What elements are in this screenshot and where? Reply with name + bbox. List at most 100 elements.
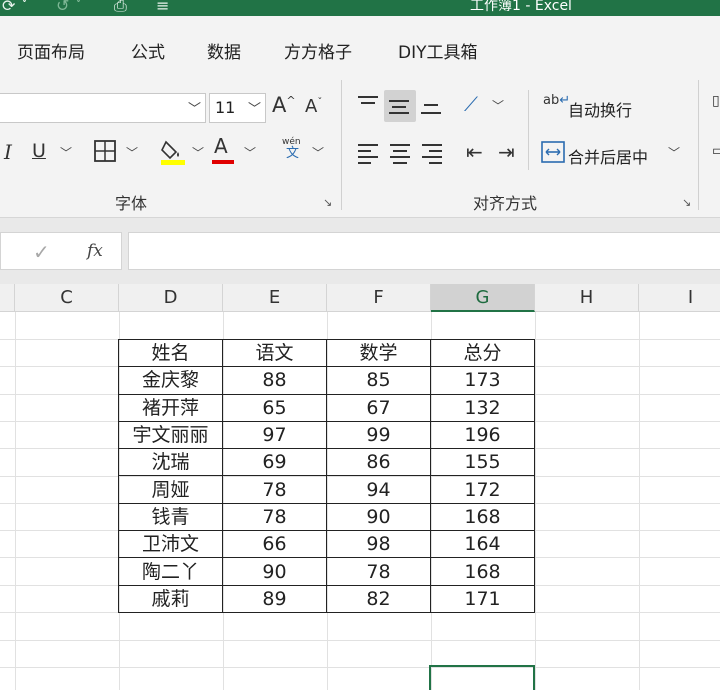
insert-function-icon[interactable]: fx bbox=[87, 241, 103, 261]
column-header-h[interactable]: H bbox=[535, 284, 639, 312]
repeat-icon[interactable]: ↺ ˅ bbox=[56, 0, 83, 15]
top-align-icon[interactable] bbox=[358, 94, 380, 112]
table-cell[interactable]: 171 bbox=[430, 584, 535, 613]
border-icon[interactable] bbox=[93, 139, 117, 167]
align-center-icon[interactable] bbox=[390, 144, 412, 164]
table-cell[interactable]: 172 bbox=[430, 475, 535, 504]
name-box[interactable]: ✓ fx bbox=[0, 232, 122, 270]
table-row: 戚莉 89 82 171 bbox=[118, 584, 535, 613]
table-cell[interactable]: 陶二丫 bbox=[118, 557, 223, 586]
decrease-indent-icon[interactable]: ⇤ bbox=[466, 142, 483, 162]
table-cell[interactable]: 69 bbox=[222, 448, 327, 477]
font-dialog-launcher-icon[interactable]: ↘ bbox=[323, 196, 332, 209]
align-right-icon[interactable] bbox=[422, 144, 444, 164]
merge-center-icon[interactable] bbox=[541, 141, 565, 167]
customize-toolbar-icon[interactable]: ≡ bbox=[156, 0, 169, 15]
tab-page-layout[interactable]: 页面布局 bbox=[17, 38, 85, 63]
bottom-align-icon[interactable] bbox=[421, 98, 443, 116]
font-color-button[interactable]: A bbox=[212, 136, 234, 164]
table-cell[interactable]: 65 bbox=[222, 393, 327, 422]
column-header-b[interactable] bbox=[0, 284, 15, 312]
column-header-f[interactable]: F bbox=[327, 284, 431, 312]
table-cell[interactable]: 86 bbox=[326, 448, 431, 477]
chevron-down-icon[interactable]: ﹀ bbox=[312, 147, 324, 159]
worksheet-grid[interactable]: C D E F G H I 姓名 语文 数学 总分 金庆黎 88 85 173 … bbox=[0, 284, 720, 690]
column-header-g[interactable]: G bbox=[431, 284, 535, 312]
shrink-font-button[interactable]: Aˇ bbox=[305, 98, 322, 116]
table-cell[interactable]: 97 bbox=[222, 420, 327, 450]
tab-data[interactable]: 数据 bbox=[207, 38, 241, 63]
window-title: 工作簿1 - Excel bbox=[470, 0, 572, 14]
header-cell-chinese[interactable]: 语文 bbox=[222, 338, 327, 368]
conditional-format-icon[interactable]: ▭ bbox=[712, 144, 720, 158]
column-header-d[interactable]: D bbox=[119, 284, 223, 312]
table-cell[interactable]: 褚开萍 bbox=[118, 393, 223, 422]
align-left-icon[interactable] bbox=[358, 144, 380, 164]
tab-fangfang[interactable]: 方方格子 bbox=[284, 38, 352, 63]
redo-icon[interactable]: ⟳ ˅ bbox=[2, 0, 29, 15]
chevron-down-icon[interactable]: ﹀ bbox=[126, 147, 138, 159]
wrap-text-icon[interactable]: ab↵ bbox=[543, 94, 570, 107]
table-cell[interactable]: 90 bbox=[222, 557, 327, 586]
column-header-c[interactable]: C bbox=[15, 284, 119, 312]
column-header-e[interactable]: E bbox=[223, 284, 327, 312]
active-cell-selection[interactable] bbox=[429, 665, 535, 690]
number-format-icon[interactable]: ▯ bbox=[712, 94, 720, 108]
table-cell[interactable]: 宇文丽丽 bbox=[118, 420, 223, 450]
chevron-down-icon[interactable]: ﹀ bbox=[60, 147, 72, 159]
table-cell[interactable]: 164 bbox=[430, 530, 535, 559]
check-icon[interactable]: ✓ bbox=[33, 240, 50, 264]
font-name-select[interactable]: ﹀ bbox=[0, 93, 206, 123]
phonetic-guide-icon[interactable]: wén 文 bbox=[282, 138, 301, 161]
merge-center-button[interactable]: 合并后居中 bbox=[568, 144, 648, 168]
table-cell[interactable]: 89 bbox=[222, 584, 327, 613]
table-cell[interactable]: 周娅 bbox=[118, 475, 223, 504]
header-cell-name[interactable]: 姓名 bbox=[118, 338, 223, 368]
table-cell[interactable]: 90 bbox=[326, 502, 431, 532]
underline-button[interactable]: U bbox=[32, 142, 46, 161]
table-cell[interactable]: 78 bbox=[326, 557, 431, 586]
format-painter-icon[interactable]: ⎙ bbox=[114, 0, 127, 16]
fill-color-icon[interactable] bbox=[160, 138, 186, 170]
table-cell[interactable]: 卫沛文 bbox=[118, 530, 223, 559]
table-cell[interactable]: 钱青 bbox=[118, 502, 223, 532]
font-size-select[interactable]: 11 ﹀ bbox=[209, 93, 266, 123]
table-cell[interactable]: 98 bbox=[326, 530, 431, 559]
chevron-down-icon[interactable]: ﹀ bbox=[192, 147, 204, 159]
table-cell[interactable]: 196 bbox=[430, 420, 535, 450]
formula-input[interactable] bbox=[128, 232, 720, 270]
table-cell[interactable]: 94 bbox=[326, 475, 431, 504]
table-cell[interactable]: 78 bbox=[222, 475, 327, 504]
column-header-i[interactable]: I bbox=[639, 284, 720, 312]
table-cell[interactable]: 132 bbox=[430, 393, 535, 422]
table-row: 宇文丽丽 97 99 196 bbox=[118, 420, 535, 450]
table-cell[interactable]: 67 bbox=[326, 393, 431, 422]
table-cell[interactable]: 66 bbox=[222, 530, 327, 559]
table-cell[interactable]: 金庆黎 bbox=[118, 366, 223, 395]
wrap-text-button[interactable]: 自动换行 bbox=[568, 97, 632, 121]
chevron-down-icon[interactable]: ﹀ bbox=[668, 147, 680, 159]
italic-button[interactable]: I bbox=[4, 142, 12, 162]
table-cell[interactable]: 78 bbox=[222, 502, 327, 532]
table-cell[interactable]: 155 bbox=[430, 448, 535, 477]
table-cell[interactable]: 戚莉 bbox=[118, 584, 223, 613]
chevron-down-icon[interactable]: ﹀ bbox=[244, 147, 256, 159]
header-cell-total[interactable]: 总分 bbox=[430, 338, 535, 368]
table-cell[interactable]: 168 bbox=[430, 502, 535, 532]
gridline bbox=[639, 312, 640, 690]
alignment-dialog-launcher-icon[interactable]: ↘ bbox=[682, 196, 691, 209]
tab-formulas[interactable]: 公式 bbox=[131, 38, 165, 63]
grow-font-button[interactable]: A^ bbox=[272, 95, 296, 116]
table-cell[interactable]: 沈瑞 bbox=[118, 448, 223, 477]
chevron-down-icon[interactable]: ﹀ bbox=[492, 100, 504, 112]
header-cell-math[interactable]: 数学 bbox=[326, 338, 431, 368]
table-cell[interactable]: 82 bbox=[326, 584, 431, 613]
table-cell[interactable]: 85 bbox=[326, 366, 431, 395]
table-cell[interactable]: 99 bbox=[326, 420, 431, 450]
table-cell[interactable]: 168 bbox=[430, 557, 535, 586]
tab-diy-toolbox[interactable]: DIY工具箱 bbox=[398, 38, 478, 63]
orientation-icon[interactable]: ⟋ bbox=[464, 94, 478, 114]
increase-indent-icon[interactable]: ⇥ bbox=[498, 142, 515, 162]
table-cell[interactable]: 88 bbox=[222, 366, 327, 395]
table-cell[interactable]: 173 bbox=[430, 366, 535, 395]
